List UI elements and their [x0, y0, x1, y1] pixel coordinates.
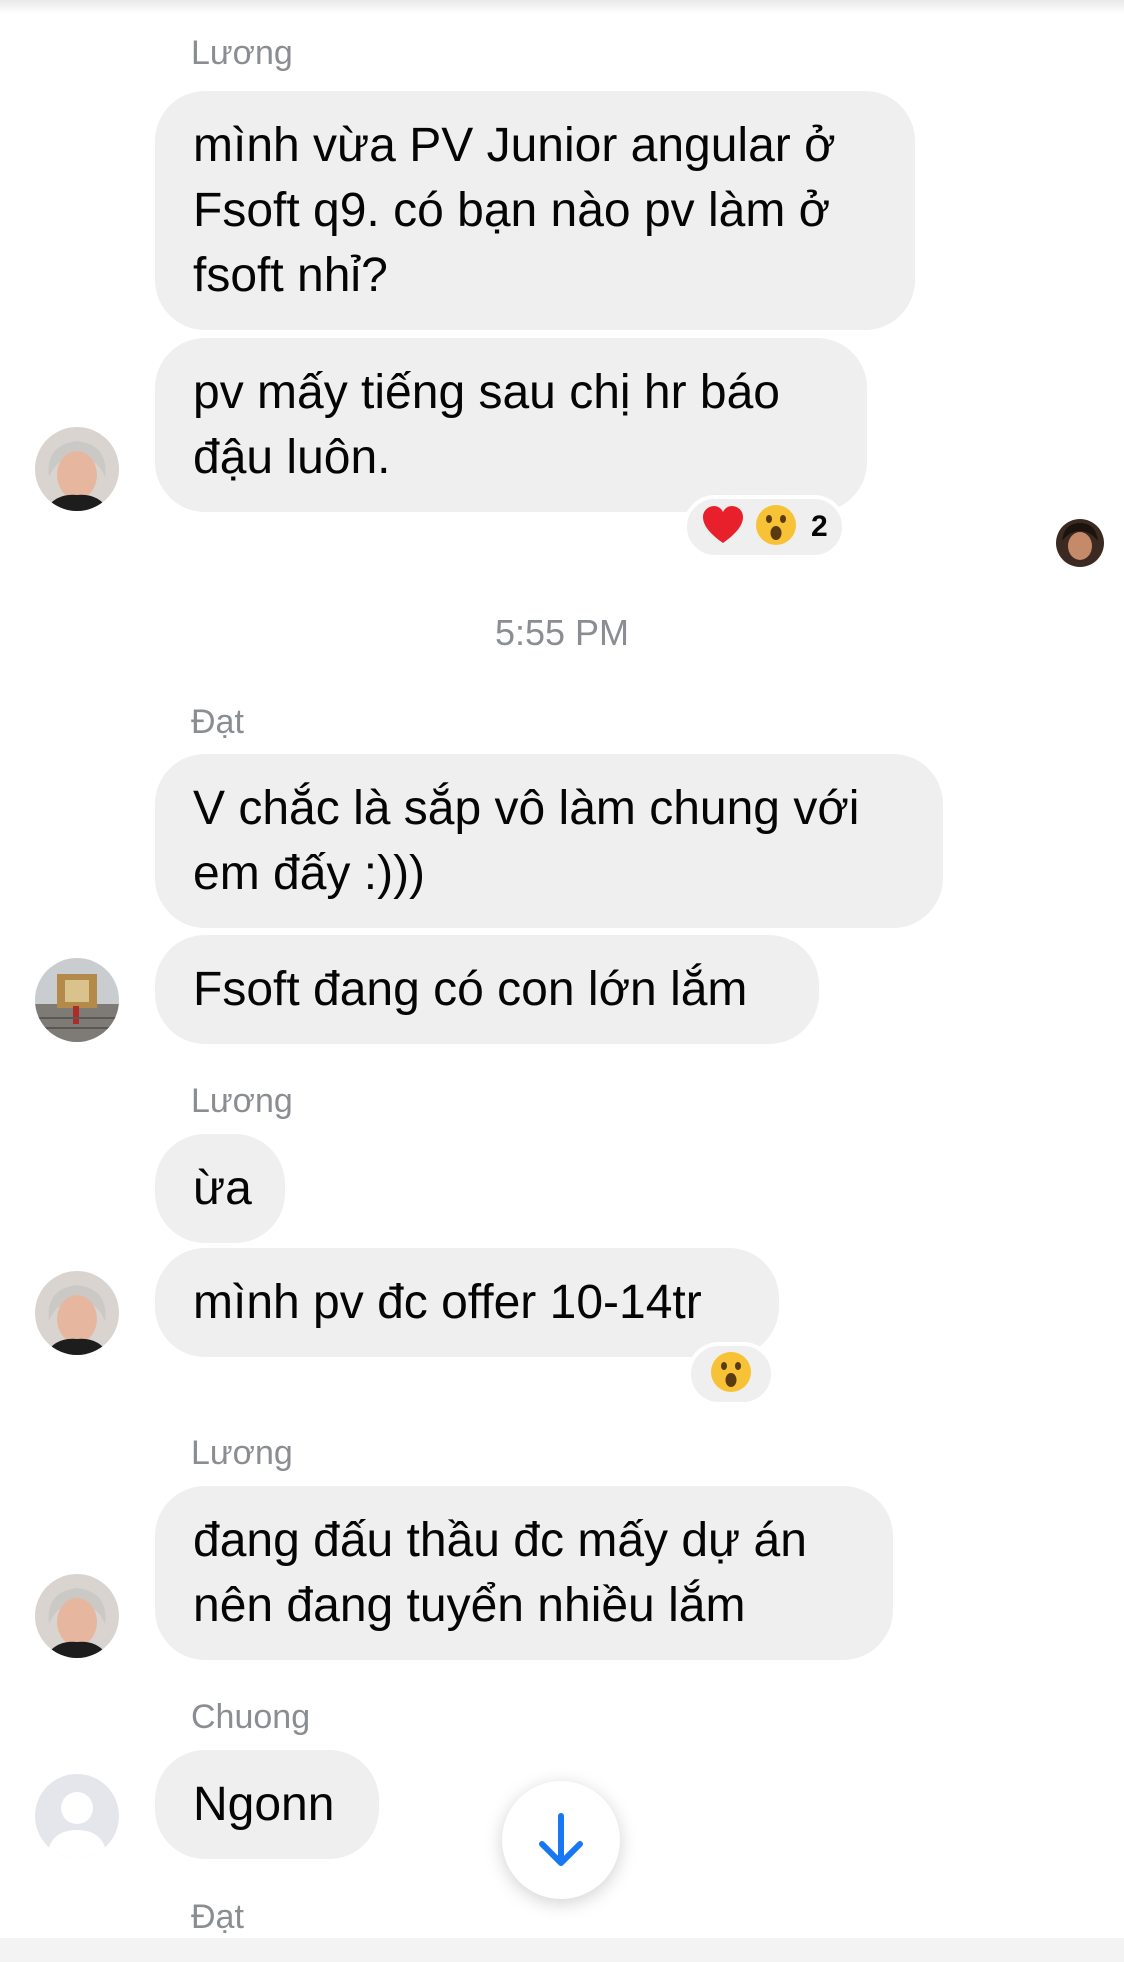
- message-text: V chắc là sắp vô làm chung với em đấy :)…: [193, 782, 860, 900]
- avatar[interactable]: [35, 1271, 119, 1355]
- message-text: đang đấu thầu đc mấy dự án nên đang tuyể…: [193, 1514, 807, 1632]
- read-receipt-avatar: [1056, 519, 1104, 567]
- timestamp: 5:55 PM: [494, 612, 630, 653]
- message-bubble[interactable]: V chắc là sắp vô làm chung với em đấy :)…: [155, 754, 943, 928]
- wow-icon: [755, 504, 797, 551]
- default-avatar-icon: [35, 1774, 119, 1858]
- sender-name: Lương: [191, 1434, 293, 1472]
- avatar-photo-icon: [35, 1271, 119, 1355]
- message-text: mình pv đc offer 10-14tr: [193, 1276, 702, 1329]
- reaction-pill[interactable]: [687, 1342, 775, 1406]
- top-edge: [0, 0, 1124, 14]
- sender-name: Chuong: [191, 1698, 311, 1736]
- message-bubble[interactable]: Ngonn: [155, 1750, 379, 1859]
- message-text: mình vừa PV Junior angular ở Fsoft q9. c…: [193, 119, 836, 302]
- wow-icon: [710, 1351, 752, 1398]
- scroll-to-bottom-button[interactable]: [502, 1781, 620, 1899]
- avatar[interactable]: [35, 427, 119, 511]
- sender-name: Lương: [191, 34, 293, 72]
- avatar-photo-icon: [35, 1574, 119, 1658]
- bottom-edge: [0, 1938, 1124, 1962]
- message-bubble[interactable]: pv mấy tiếng sau chị hr báo đậu luôn.: [155, 338, 867, 512]
- avatar[interactable]: [35, 958, 119, 1042]
- message-bubble[interactable]: ừa: [155, 1134, 285, 1243]
- avatar-photo-icon: [35, 427, 119, 511]
- message-text: Fsoft đang có con lớn lắm: [193, 963, 748, 1016]
- arrow-down-icon: [539, 1813, 583, 1866]
- sender-name: Lương: [191, 1082, 293, 1120]
- sender-name: Đạt: [191, 703, 244, 741]
- message-bubble[interactable]: mình pv đc offer 10-14tr: [155, 1248, 779, 1357]
- message-bubble[interactable]: Fsoft đang có con lớn lắm: [155, 935, 819, 1044]
- avatar-photo-icon: [35, 958, 119, 1042]
- reaction-pill[interactable]: 2: [683, 495, 846, 559]
- avatar[interactable]: [35, 1574, 119, 1658]
- sender-name: Đạt: [191, 1898, 244, 1936]
- message-text: Ngonn: [193, 1778, 335, 1831]
- reaction-count: 2: [811, 510, 828, 543]
- heart-icon: [701, 505, 745, 550]
- message-text: ừa: [193, 1162, 252, 1215]
- message-bubble[interactable]: mình vừa PV Junior angular ở Fsoft q9. c…: [155, 91, 915, 330]
- message-text: pv mấy tiếng sau chị hr báo đậu luôn.: [193, 366, 780, 484]
- read-receipt-photo-icon: [1056, 519, 1104, 567]
- avatar[interactable]: [35, 1774, 119, 1858]
- message-bubble[interactable]: đang đấu thầu đc mấy dự án nên đang tuyể…: [155, 1486, 893, 1660]
